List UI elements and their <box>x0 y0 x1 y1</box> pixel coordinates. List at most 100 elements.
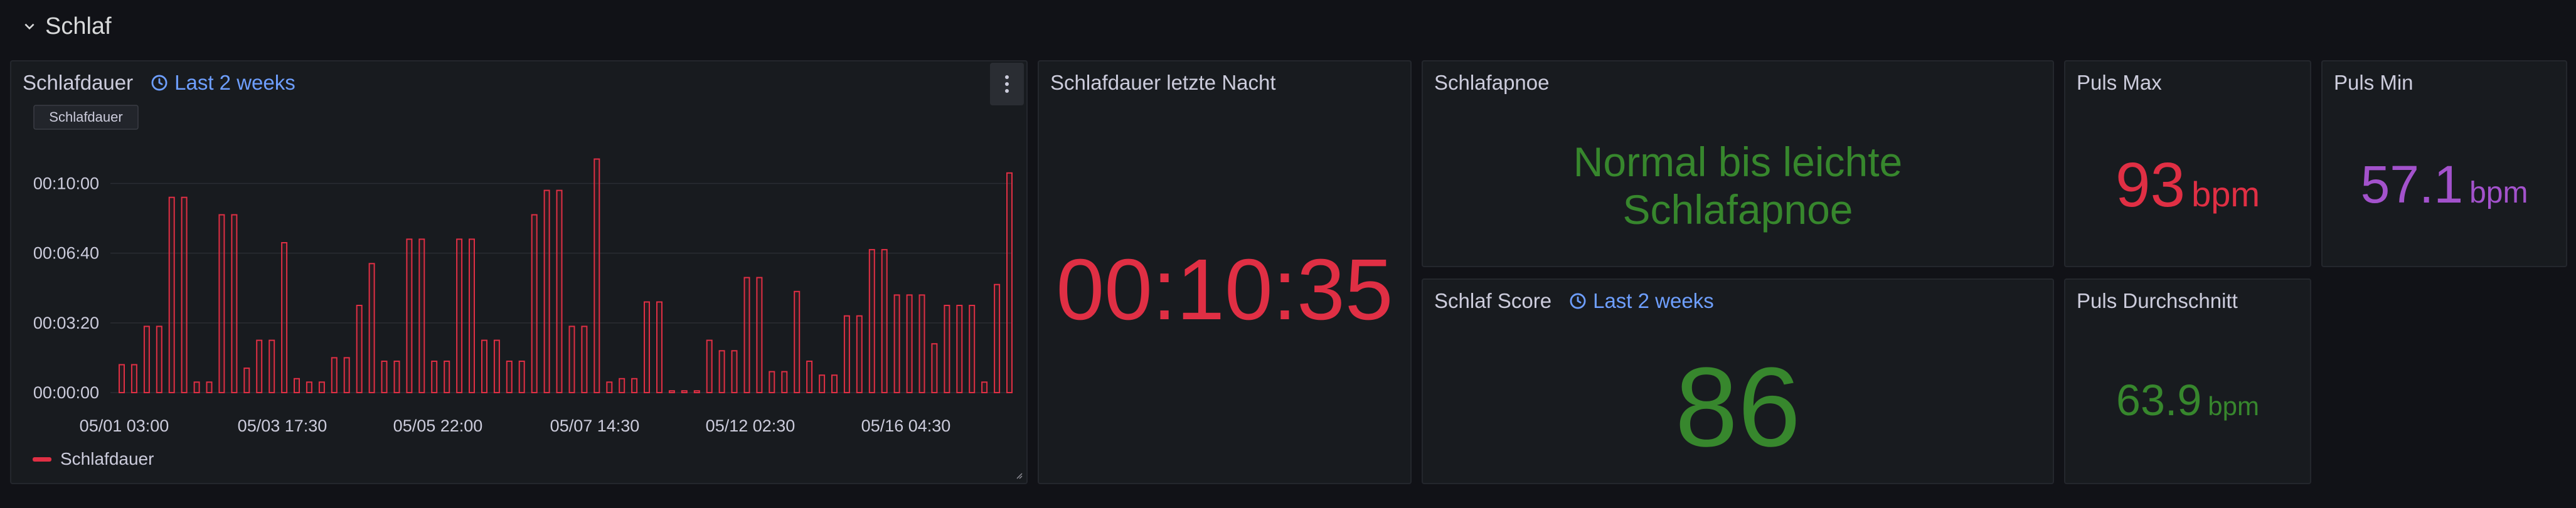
bar[interactable] <box>969 305 976 393</box>
clock-icon <box>1570 293 1586 309</box>
bar[interactable] <box>568 325 575 393</box>
x-tick-label: 05/12 02:30 <box>706 416 796 435</box>
bar[interactable] <box>843 315 850 394</box>
stat-value-container: 63.9 bpm <box>2065 375 2310 425</box>
stat-value: 93 <box>2115 150 2186 220</box>
bar[interactable] <box>718 350 725 393</box>
time-series-chart[interactable]: Schlafdauer 00:00:00 00:03:20 00:06:40 00:1… <box>11 61 1026 483</box>
panel-title: Schlaf Score <box>1434 289 1552 312</box>
bar[interactable] <box>493 339 500 394</box>
bar[interactable] <box>269 339 275 394</box>
bar[interactable] <box>693 390 700 394</box>
bar[interactable] <box>581 325 588 393</box>
bar[interactable] <box>243 368 250 394</box>
bar[interactable] <box>831 374 838 394</box>
legend-swatch <box>33 457 51 462</box>
bar[interactable] <box>981 381 988 393</box>
bar[interactable] <box>343 357 350 393</box>
panel-title-row: Schlafdauer letzte Nacht <box>1050 69 1276 97</box>
bar[interactable] <box>130 364 137 393</box>
bar[interactable] <box>756 277 763 393</box>
bar[interactable] <box>531 214 538 393</box>
bar[interactable] <box>518 361 525 393</box>
bar[interactable] <box>294 378 300 393</box>
bar[interactable] <box>431 361 438 393</box>
bar[interactable] <box>143 325 150 393</box>
bar[interactable] <box>456 238 463 393</box>
bar[interactable] <box>781 371 788 394</box>
bar[interactable] <box>231 214 238 393</box>
bar[interactable] <box>706 339 713 394</box>
bar[interactable] <box>543 189 550 393</box>
bar[interactable] <box>593 158 600 393</box>
stat-value: 57.1 <box>2360 155 2464 214</box>
bar[interactable] <box>418 238 425 393</box>
bar[interactable] <box>306 381 312 393</box>
panel-title: Puls Min <box>2334 71 2414 94</box>
bar[interactable] <box>644 301 650 393</box>
bar[interactable] <box>619 378 625 393</box>
bar[interactable] <box>656 301 663 393</box>
bar[interactable] <box>856 315 863 394</box>
legend[interactable]: Schlafdauer <box>33 449 154 468</box>
bar[interactable] <box>806 361 813 393</box>
bar[interactable] <box>256 339 263 394</box>
bar[interactable] <box>868 249 875 393</box>
bar[interactable] <box>794 290 801 393</box>
panel-title: Schlafdauer letzte Nacht <box>1050 71 1276 94</box>
bar[interactable] <box>331 357 338 393</box>
bar[interactable] <box>743 277 750 393</box>
bar[interactable] <box>668 390 675 394</box>
bar[interactable] <box>506 361 513 393</box>
bar[interactable] <box>893 294 900 393</box>
panel-title-row: Schlaf Score Last 2 weeks <box>1434 287 1714 315</box>
bar[interactable] <box>206 381 213 393</box>
stat-unit: bpm <box>2208 391 2259 421</box>
panel-title-row: Schlafapnoe <box>1434 69 1549 97</box>
bar[interactable] <box>606 381 613 393</box>
bar[interactable] <box>918 294 925 393</box>
y-tick-label: 00:03:20 <box>33 314 99 332</box>
bar[interactable] <box>406 238 413 393</box>
bar[interactable] <box>469 238 475 393</box>
bar[interactable] <box>731 350 738 393</box>
bar[interactable] <box>944 305 950 393</box>
bar[interactable] <box>556 189 563 393</box>
bar[interactable] <box>119 364 125 393</box>
time-range-info[interactable]: Last 2 weeks <box>1569 289 1714 313</box>
bar[interactable] <box>393 361 400 393</box>
panel-puls-durchschnitt: Puls Durchschnitt 63.9 bpm <box>2064 278 2311 484</box>
bar[interactable] <box>318 381 325 393</box>
stat-value-container: 86 <box>1423 342 2053 472</box>
bar[interactable] <box>381 361 388 393</box>
bar[interactable] <box>193 381 200 393</box>
bar[interactable] <box>368 263 375 393</box>
bar[interactable] <box>681 390 688 394</box>
panel-title-row: Puls Min <box>2334 69 2414 97</box>
bar[interactable] <box>156 325 162 393</box>
bar[interactable] <box>168 196 175 393</box>
bar[interactable] <box>881 249 888 393</box>
row-header[interactable]: Schlaf <box>23 9 112 44</box>
bar[interactable] <box>931 343 938 394</box>
bar[interactable] <box>769 371 775 394</box>
bar[interactable] <box>444 361 450 393</box>
bar[interactable] <box>281 242 288 393</box>
bar[interactable] <box>1006 172 1013 394</box>
bar[interactable] <box>631 378 638 393</box>
resize-handle-icon[interactable] <box>1015 472 1023 479</box>
bar[interactable] <box>956 305 963 393</box>
bar[interactable] <box>181 196 188 393</box>
stat-text-line: Schlafapnoe <box>1622 186 1853 233</box>
stat-unit: bpm <box>2469 176 2528 209</box>
bar[interactable] <box>819 374 826 394</box>
bar[interactable] <box>218 214 225 393</box>
bar[interactable] <box>481 339 487 394</box>
bar[interactable] <box>994 283 1001 394</box>
bar[interactable] <box>356 305 363 393</box>
panel-puls-min: Puls Min 57.1 bpm <box>2321 60 2567 267</box>
row-title: Schlaf <box>45 13 112 40</box>
panel-title: Puls Max <box>2077 71 2162 94</box>
bar[interactable] <box>906 294 913 393</box>
panel-schlaf-score: Schlaf Score Last 2 weeks 86 <box>1422 278 2054 484</box>
